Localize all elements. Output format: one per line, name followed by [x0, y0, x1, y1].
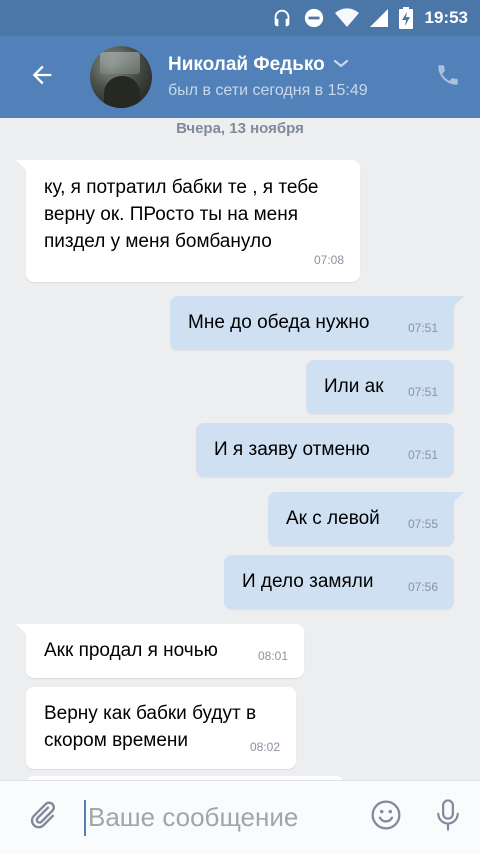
do-not-disturb-icon [303, 7, 325, 29]
outgoing-message[interactable]: И дело замяли 07:56 [224, 555, 454, 609]
microphone-icon [433, 798, 463, 837]
outgoing-message[interactable]: И я заяву отменю 07:51 [196, 423, 454, 477]
message-text: И я заяву отменю [214, 439, 370, 460]
avatar[interactable] [90, 46, 152, 108]
wifi-icon [334, 8, 359, 28]
message-text: Мне до обеда нужно [188, 312, 370, 333]
chat-header: Николай Федько был в сети сегодня в 15:4… [0, 36, 480, 118]
outgoing-message[interactable]: Или ак 07:51 [306, 360, 454, 414]
message-time: 07:51 [407, 321, 438, 335]
voice-message-button[interactable] [416, 781, 480, 854]
input-wrap [84, 781, 356, 854]
message-list[interactable]: Вчера, 13 ноября ку, я потратил бабки те… [0, 118, 480, 780]
emoji-button[interactable] [356, 781, 416, 854]
contact-info[interactable]: Николай Федько был в сети сегодня в 15:4… [168, 54, 416, 100]
text-caret [84, 799, 86, 836]
message-text: Верну как бабки будут в скором времени [44, 703, 257, 751]
signal-icon [369, 8, 389, 28]
smiley-icon [370, 799, 402, 836]
message-text: Ак с левой [286, 508, 380, 529]
message-text: ку, я потратил бабки те , я тебе верну о… [44, 177, 319, 252]
status-bar: 19:53 [0, 0, 480, 36]
message-composer [0, 780, 480, 854]
incoming-message[interactable]: Акк продал я ночью 08:01 [16, 624, 304, 678]
call-button[interactable] [416, 36, 480, 118]
message-text: Акк продал я ночью [44, 640, 218, 661]
contact-name: Николай Федько [168, 54, 325, 75]
paperclip-icon [26, 799, 58, 836]
message-time: 08:02 [249, 740, 280, 754]
attach-button[interactable] [0, 781, 84, 854]
message-time: 07:51 [407, 448, 438, 462]
message-time: 07:08 [313, 253, 344, 267]
back-button[interactable] [0, 36, 84, 118]
outgoing-message[interactable]: Мне до обеда нужно 07:51 [170, 296, 464, 350]
status-time: 19:53 [424, 8, 468, 27]
message-time: 07:55 [407, 517, 438, 531]
message-time: 08:01 [257, 649, 288, 663]
headset-icon [271, 7, 293, 29]
message-input[interactable] [88, 797, 338, 838]
date-separator: Вчера, 13 ноября [176, 120, 304, 137]
last-seen-status: был в сети сегодня в 15:49 [168, 82, 368, 99]
incoming-message[interactable]: ку, я потратил бабки те , я тебе верну о… [16, 160, 360, 282]
incoming-message[interactable]: Верну как бабки будут в скором времени 0… [26, 687, 296, 769]
arrow-left-icon [28, 61, 56, 94]
outgoing-message[interactable]: Ак с левой 07:55 [268, 492, 464, 546]
message-text: И дело замяли [242, 571, 374, 592]
message-time: 07:56 [407, 580, 438, 594]
message-text: Или ак [324, 376, 384, 397]
message-time: 07:51 [407, 385, 438, 399]
chevron-down-icon [333, 56, 349, 74]
phone-icon [435, 62, 461, 93]
battery-charging-icon [398, 7, 413, 29]
